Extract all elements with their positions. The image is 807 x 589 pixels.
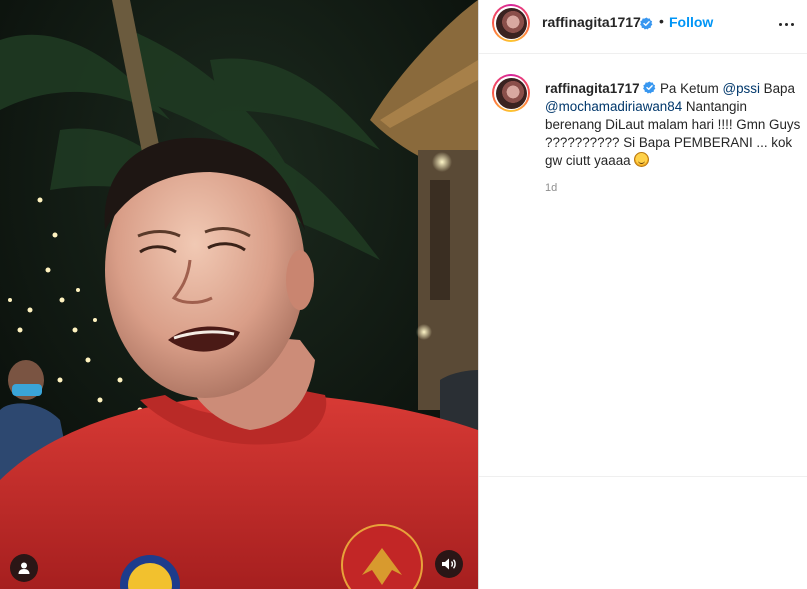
mention-link-mochamadiriawan84[interactable]: @mochamadiriawan84	[545, 99, 682, 114]
follow-button[interactable]: Follow	[669, 14, 713, 30]
post-video[interactable]	[0, 0, 478, 589]
caption-fragment: Pa Ketum	[656, 81, 723, 96]
post-details-panel: raffinagita1717 • Follow raffinagita1717…	[479, 0, 807, 589]
caption-author-avatar[interactable]	[492, 74, 530, 112]
caption-text: raffinagita1717 Pa Ketum @pssi Bapa @moc…	[545, 80, 801, 170]
verified-badge-icon	[643, 81, 656, 94]
speaker-icon	[442, 558, 456, 570]
avatar-image	[495, 7, 527, 39]
user-tag-icon	[18, 562, 30, 574]
comments-divider	[479, 476, 807, 477]
post-header: raffinagita1717 • Follow	[479, 0, 807, 54]
caption-username[interactable]: raffinagita1717	[545, 81, 640, 96]
header-separator: •	[659, 13, 664, 29]
tagged-users-button[interactable]	[10, 554, 38, 582]
post-timestamp[interactable]: 1d	[545, 182, 557, 194]
author-username[interactable]: raffinagita1717	[542, 14, 641, 30]
author-avatar[interactable]	[492, 4, 530, 42]
video-frame	[0, 0, 478, 589]
verified-badge-icon	[640, 16, 653, 34]
mention-link-pssi[interactable]: @pssi	[723, 81, 760, 96]
caption-fragment: Bapa	[759, 81, 795, 96]
audio-toggle-button[interactable]	[435, 550, 463, 578]
avatar-image	[495, 77, 527, 109]
more-options-icon[interactable]	[776, 14, 796, 34]
smiling-face-with-halo-emoji-icon	[634, 152, 650, 167]
